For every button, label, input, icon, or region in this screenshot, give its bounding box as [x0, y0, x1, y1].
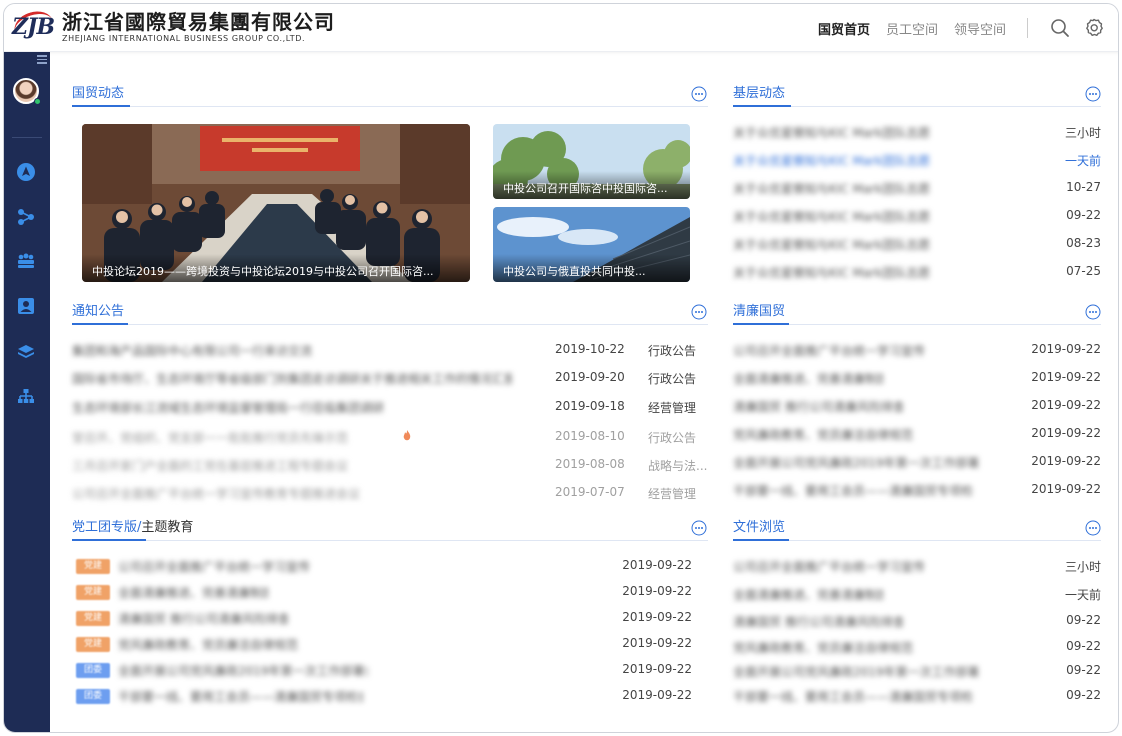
more-icon[interactable]: [691, 86, 707, 102]
logo-mark: ZJB: [10, 6, 58, 48]
profile-card-icon[interactable]: [16, 296, 36, 316]
nav-leader-space[interactable]: 领导空间: [954, 19, 1006, 38]
logo-english-name: ZHEJIANG INTERNATIONAL BUSINESS GROUP CO…: [62, 34, 306, 43]
side-news-photo-2[interactable]: 中投公司与俄直投共同中投...: [493, 207, 690, 282]
more-icon[interactable]: [691, 520, 707, 536]
org-chart-icon[interactable]: [16, 387, 36, 407]
list-item[interactable]: 干部要一线、要用工会员——清廉国贸专项检查 2019-09-22: [733, 480, 1101, 500]
list-item[interactable]: 关于众优星察知与KIC Mark团队志愿 三小时: [733, 122, 1101, 142]
list-item[interactable]: 党风廉政教育、党员廉洁自律规范 09-22: [733, 637, 1101, 657]
nav-employee-space[interactable]: 员工空间: [886, 19, 938, 38]
more-icon[interactable]: [1085, 86, 1101, 102]
list-item[interactable]: 干部要一线、要用工会员——清廉国贸专项检查 09-22: [733, 686, 1101, 706]
more-icon[interactable]: [1085, 520, 1101, 536]
list-item[interactable]: 党建 公司召开全面推广平台统一学习宣传 2019-09-22: [76, 556, 696, 576]
list-item[interactable]: 关于众优星察知与KIC Mark团队志愿 09-22: [733, 206, 1101, 226]
list-item[interactable]: 团委 全面开展公司党风廉政2019年第一次工作部署会 2019-09-22: [76, 660, 696, 680]
side-news-photo-1[interactable]: 中投公司召开国际咨中投国际咨...: [493, 124, 690, 199]
search-icon[interactable]: [1049, 17, 1071, 39]
online-status-dot: [34, 98, 41, 105]
list-item[interactable]: 党建 党风廉政教育、党员廉洁自律规范 2019-09-22: [76, 634, 696, 654]
nav-home[interactable]: 国贸首页: [818, 19, 870, 38]
list-item[interactable]: 关于众优星察知与KIC Mark团队志愿 10-27: [733, 178, 1101, 198]
more-icon[interactable]: [1085, 304, 1101, 320]
company-logo[interactable]: ZJB 浙江省國際貿易集團有限公司 ZHEJIANG INTERNATIONAL…: [10, 6, 335, 48]
party-card: 党工团专版/主题教育 党建 公司召开全面推广平台统一学习宣传 2019-09-2…: [72, 516, 712, 716]
sidebar-divider: [12, 137, 42, 138]
more-icon[interactable]: [691, 304, 707, 320]
hot-icon: [403, 430, 411, 441]
share-icon[interactable]: [16, 207, 36, 227]
list-item[interactable]: 公司召开全面推广平台统一学习宣传 2019-09-22: [733, 340, 1101, 360]
list-item[interactable]: 全面开展公司党风廉政2019年第一次工作部署会 09-22: [733, 661, 1101, 681]
table-row[interactable]: 三月召开家门户全面的工党在基层推进工程专题会议 2019-08-08 战略与法.…: [72, 455, 707, 475]
list-item[interactable]: 关于众优星察知与KIC Mark团队志愿 08-23: [733, 234, 1101, 254]
menu-collapse-icon[interactable]: [37, 55, 47, 66]
list-item[interactable]: 党建 全面清廉推进、完善清廉制度 2019-09-22: [76, 582, 696, 602]
notices-card: 通知公告 集团和海产品国际中心有限公司一行来访交流 2019-10-22 行政公…: [72, 300, 712, 503]
files-card: 文件浏览 公司召开全面推广平台统一学习宣传 三小时 全面清廉推进、完善清廉制度 …: [733, 516, 1101, 716]
files-title[interactable]: 文件浏览: [733, 516, 785, 535]
main-news-photo[interactable]: 中投论坛2019——跨境投资与中投论坛2019与中投公司召开国际咨...: [82, 124, 470, 282]
list-item[interactable]: 关于众优星察知与KIC Mark团队志愿 一天前: [733, 150, 1101, 170]
grassroots-card: 基层动态 关于众优星察知与KIC Mark团队志愿 三小时 关于众优星察知与KI…: [733, 82, 1101, 282]
table-row[interactable]: 生态环境部长江流域生态环境监督管理局一行莅临集团调研 2019-09-18 经营…: [72, 397, 702, 417]
top-nav: 国贸首页 员工空间 领导空间: [818, 19, 1006, 38]
main-news-caption: 中投论坛2019——跨境投资与中投论坛2019与中投公司召开国际咨...: [82, 254, 470, 282]
list-item[interactable]: 党建 清廉国贸 推行公司清廉风险排查 2019-09-22: [76, 608, 696, 628]
compass-icon[interactable]: [16, 162, 36, 182]
list-item[interactable]: 团委 干部要一线、要用工会员——清廉国贸专项检查 2019-09-22: [76, 686, 696, 706]
list-item[interactable]: 清廉国贸 推行公司清廉风险排查 09-22: [733, 611, 1101, 631]
top-header: ZJB 浙江省國際貿易集團有限公司 ZHEJIANG INTERNATIONAL…: [4, 4, 1118, 52]
table-row[interactable]: 集团和海产品国际中心有限公司一行来访交流 2019-10-22 行政公告: [72, 340, 702, 360]
notices-title[interactable]: 通知公告: [72, 300, 124, 319]
list-item[interactable]: 关于众优星察知与KIC Mark团队志愿 07-25: [733, 262, 1101, 282]
party-title[interactable]: 党工团专版/主题教育: [72, 516, 193, 535]
list-item[interactable]: 党风廉政教育、党员廉洁自律规范 2019-09-22: [733, 424, 1101, 444]
team-icon[interactable]: [16, 251, 36, 271]
table-row[interactable]: 堂召开、党组织、党支部一一批批推行党员先锋示范 2019-08-10 行政公告: [72, 427, 702, 447]
list-item[interactable]: 公司召开全面推广平台统一学习宣传 三小时: [733, 556, 1101, 576]
news-title[interactable]: 国贸动态: [72, 82, 124, 101]
grassroots-title[interactable]: 基层动态: [733, 82, 785, 101]
list-item[interactable]: 全面清廉推进、完善清廉制度 一天前: [733, 584, 1101, 604]
integrity-card: 清廉国贸 公司召开全面推广平台统一学习宣传 2019-09-22 全面清廉推进、…: [733, 300, 1101, 500]
table-row[interactable]: 公司召开全面推广平台统一学习宣传教育专题推进会议 2019-07-07 经营管理: [72, 483, 702, 503]
side-news-caption-1: 中投公司召开国际咨中投国际咨...: [493, 171, 690, 199]
news-card: 国贸动态 中投论坛2019——跨境投资与中投论坛2019与中投公司召开国际咨..…: [72, 82, 712, 282]
list-item[interactable]: 全面清廉推进、完善清廉制度 2019-09-22: [733, 368, 1101, 388]
list-item[interactable]: 清廉国贸 推行公司清廉风险排查 2019-09-22: [733, 396, 1101, 416]
layers-icon[interactable]: [16, 342, 36, 362]
table-row[interactable]: 国际省市场厅、生态环境厅等省级部门到集团走访调研关于推进相关工作的情况汇报 20…: [72, 368, 702, 388]
logo-chinese-name: 浙江省國際貿易集團有限公司: [62, 10, 335, 34]
gear-icon[interactable]: [1083, 17, 1105, 39]
side-news-caption-2: 中投公司与俄直投共同中投...: [493, 254, 690, 282]
left-sidebar: [4, 52, 50, 732]
header-divider: [1027, 18, 1028, 38]
integrity-title[interactable]: 清廉国贸: [733, 300, 785, 319]
app-window: ZJB 浙江省國際貿易集團有限公司 ZHEJIANG INTERNATIONAL…: [3, 3, 1119, 733]
list-item[interactable]: 全面开展公司党风廉政2019年第一次工作部署会 2019-09-22: [733, 452, 1101, 472]
